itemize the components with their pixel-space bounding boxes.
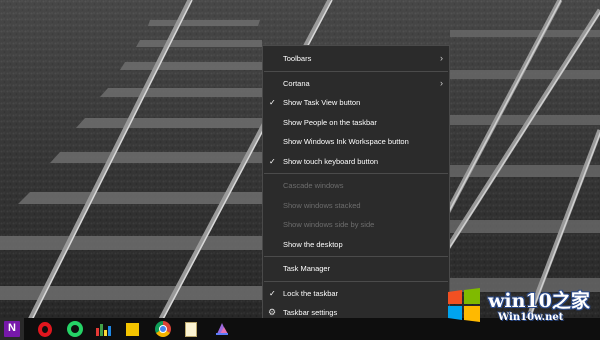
menu-item-show-touch-keyboard[interactable]: ✓ Show touch keyboard button xyxy=(263,152,449,172)
menu-item-label: Show Task View button xyxy=(283,98,361,107)
menu-item-label: Cascade windows xyxy=(283,181,344,190)
watermark: win10之家 Win10w.net xyxy=(440,280,600,330)
chevron-right-icon: › xyxy=(440,53,443,63)
menu-separator xyxy=(264,173,448,174)
menu-item-show-people[interactable]: Show People on the taskbar xyxy=(263,113,449,133)
watermark-title: win10之家 xyxy=(488,290,590,312)
chevron-right-icon: › xyxy=(440,77,443,88)
check-icon: ✓ xyxy=(269,156,276,166)
menu-item-show-task-view[interactable]: ✓ Show Task View button xyxy=(263,93,449,113)
menu-item-cascade-windows: Cascade windows xyxy=(263,176,449,196)
menu-item-task-manager[interactable]: Task Manager xyxy=(263,259,449,279)
desktop[interactable]: Toolbars › Cortana › ✓ Show Task View bu… xyxy=(0,0,600,340)
check-icon: ✓ xyxy=(269,288,276,298)
menu-item-show-ink-workspace[interactable]: Show Windows Ink Workspace button xyxy=(263,132,449,152)
equalizer-icon[interactable] xyxy=(96,321,112,337)
taskbar-context-menu: Toolbars › Cortana › ✓ Show Task View bu… xyxy=(262,45,450,328)
menu-item-label: Cortana xyxy=(283,78,310,88)
chrome-icon[interactable] xyxy=(155,321,171,337)
notepad-icon[interactable] xyxy=(185,322,197,337)
menu-item-cortana[interactable]: Cortana › xyxy=(263,74,449,94)
menu-item-label: Toolbars xyxy=(283,54,312,63)
menu-item-show-desktop[interactable]: Show the desktop xyxy=(263,235,449,255)
menu-item-label: Task Manager xyxy=(283,264,331,273)
menu-item-label: Lock the taskbar xyxy=(283,288,339,298)
menu-item-label: Show touch keyboard button xyxy=(283,156,379,166)
sticky-notes-icon[interactable] xyxy=(126,323,139,336)
check-icon: ✓ xyxy=(269,98,276,107)
menu-item-windows-side-by-side: Show windows side by side xyxy=(263,215,449,235)
menu-item-label: Show the desktop xyxy=(283,239,343,249)
onenote-icon[interactable] xyxy=(4,321,20,337)
paint3d-icon[interactable] xyxy=(214,321,230,337)
menu-item-windows-stacked: Show windows stacked xyxy=(263,196,449,216)
menu-item-label: Show windows stacked xyxy=(283,200,361,210)
menu-separator xyxy=(264,256,448,257)
menu-item-label: Show People on the taskbar xyxy=(283,117,377,127)
menu-item-label: Show windows side by side xyxy=(283,220,375,229)
menu-item-lock-taskbar[interactable]: ✓ Lock the taskbar xyxy=(263,284,449,304)
opera-icon[interactable] xyxy=(38,322,52,337)
menu-item-label: Show Windows Ink Workspace button xyxy=(283,137,409,146)
menu-separator xyxy=(264,70,448,72)
watermark-url: Win10w.net xyxy=(498,312,564,323)
menu-separator xyxy=(264,280,448,282)
menu-item-label: Taskbar settings xyxy=(283,308,338,317)
whatsapp-icon[interactable] xyxy=(67,321,83,337)
menu-item-toolbars[interactable]: Toolbars › xyxy=(263,49,449,69)
windows-logo-icon xyxy=(448,288,480,322)
